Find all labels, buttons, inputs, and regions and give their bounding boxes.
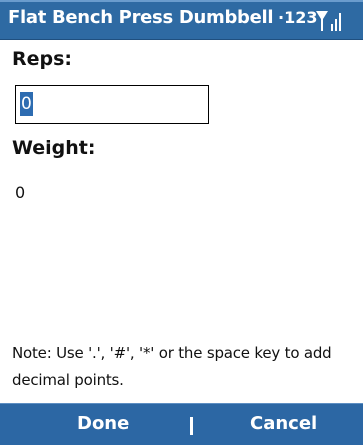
title-bar: Flat Bench Press Dumbbell ·123 [0,0,363,40]
signal-strength-icon [316,11,341,31]
reps-input-value[interactable]: 0 [20,92,33,116]
weight-value[interactable]: 0 [15,183,25,202]
cancel-button[interactable]: Cancel [250,413,317,434]
decimal-note: Note: Use '.', '#', '*' or the space key… [12,344,332,389]
reps-input[interactable]: 0 [15,85,209,124]
reps-label: Reps: [12,48,73,70]
softkey-bar: Done Cancel [0,403,363,445]
softkey-separator [190,417,193,435]
weight-label: Weight: [12,137,96,159]
window-title: Flat Bench Press Dumbbell [8,7,274,28]
title-status-text: ·123 [278,8,318,27]
done-button[interactable]: Done [77,413,129,434]
